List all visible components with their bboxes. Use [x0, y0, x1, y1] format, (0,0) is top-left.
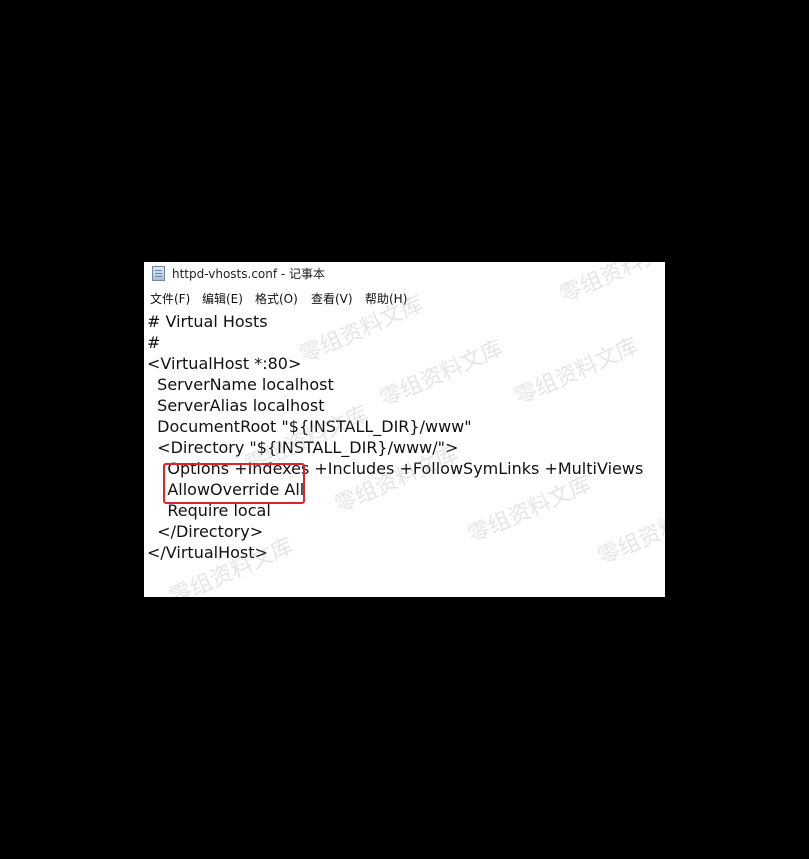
- menu-edit[interactable]: 编辑(E): [202, 291, 243, 307]
- menu-help[interactable]: 帮助(H): [365, 291, 407, 307]
- notepad-icon: [152, 266, 165, 281]
- code-line: ServerName localhost: [147, 375, 334, 394]
- code-line: </Directory>: [147, 522, 264, 541]
- title-bar: httpd-vhosts.conf - 记事本: [144, 262, 665, 287]
- menu-view[interactable]: 查看(V): [311, 291, 353, 307]
- code-line: <VirtualHost *:80>: [147, 354, 302, 373]
- code-line: #: [147, 333, 161, 352]
- code-line: </VirtualHost>: [147, 543, 268, 562]
- menu-bar: 文件(F) 编辑(E) 格式(O) 查看(V) 帮助(H): [144, 288, 665, 309]
- code-line: Options +Indexes +Includes +FollowSymLin…: [147, 459, 644, 478]
- code-line: # Virtual Hosts: [147, 312, 268, 331]
- menu-file[interactable]: 文件(F): [150, 291, 190, 307]
- text-editor-area[interactable]: # Virtual Hosts # <VirtualHost *:80> Ser…: [144, 309, 665, 597]
- code-line: AllowOverride All: [147, 480, 305, 499]
- code-line: ServerAlias localhost: [147, 396, 325, 415]
- menu-format[interactable]: 格式(O): [255, 291, 298, 307]
- notepad-window: httpd-vhosts.conf - 记事本 文件(F) 编辑(E) 格式(O…: [144, 262, 665, 597]
- code-line: DocumentRoot "${INSTALL_DIR}/www": [147, 417, 472, 436]
- window-title: httpd-vhosts.conf - 记事本: [172, 267, 326, 281]
- code-line: <Directory "${INSTALL_DIR}/www/">: [147, 438, 459, 457]
- code-line: Require local: [147, 501, 271, 520]
